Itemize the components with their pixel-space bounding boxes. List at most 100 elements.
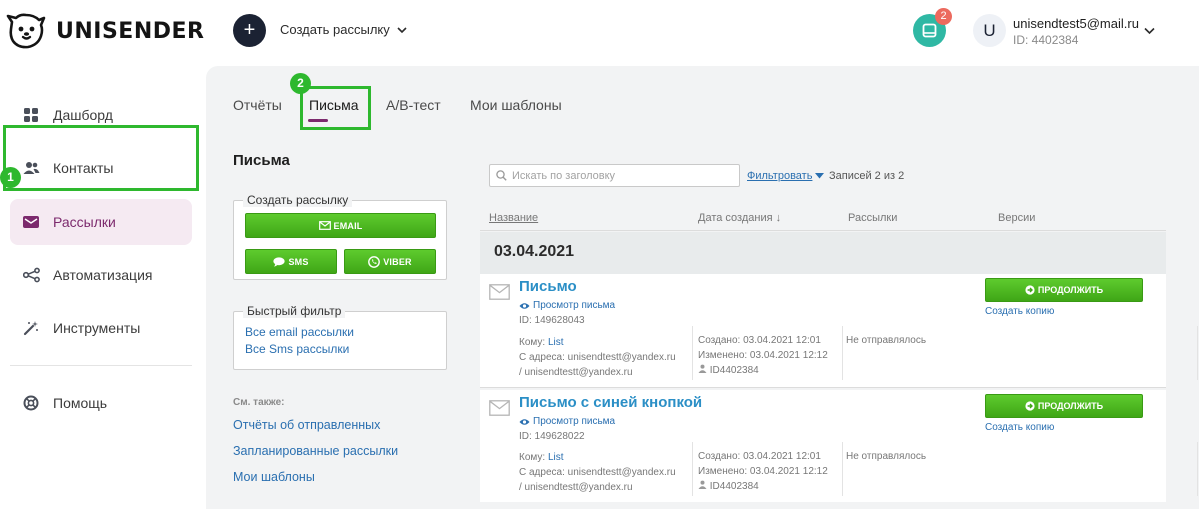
- filter-all-sms-link[interactable]: Все Sms рассылки: [245, 342, 349, 356]
- recipients-list-link[interactable]: List: [548, 452, 564, 463]
- tab-ab-test[interactable]: A/B-тест: [386, 97, 441, 113]
- dashboard-grid-icon: [22, 106, 40, 124]
- eye-icon: [519, 302, 530, 309]
- sender-address-line2: / unisendtestt@yandex.ru: [519, 367, 633, 378]
- create-sms-label: SMS: [288, 256, 309, 267]
- see-also-label: См. также:: [233, 397, 285, 408]
- my-templates-link[interactable]: Мои шаблоны: [233, 470, 315, 484]
- user-email[interactable]: unisendtest5@mail.ru: [1013, 16, 1139, 31]
- dates-info: Создано: 03.04.2021 12:01 Изменено: 03.0…: [698, 449, 828, 494]
- help-lifebuoy-icon: [22, 394, 40, 412]
- letter-title-link[interactable]: Письмо с синей кнопкой: [519, 394, 702, 411]
- book-icon: [922, 23, 937, 38]
- sidebar-item-tools[interactable]: Инструменты: [10, 305, 192, 351]
- quick-filter-group: Быстрый фильтр Все email рассылки Все Sm…: [233, 304, 447, 370]
- quick-filter-legend: Быстрый фильтр: [243, 304, 346, 318]
- chevron-down-icon[interactable]: [1143, 24, 1156, 37]
- sidebar-item-campaigns[interactable]: Рассылки: [10, 199, 192, 245]
- sender-address-line2: / unisendtestt@yandex.ru: [519, 482, 633, 493]
- column-divider: [692, 442, 693, 496]
- page-title: Письма: [233, 152, 290, 169]
- sidebar-item-label: Дашборд: [53, 107, 113, 123]
- table-row: Письмо Просмотр письма ID: 149628043 Ком…: [480, 274, 1198, 388]
- chevron-down-icon: [397, 26, 407, 33]
- column-header-campaigns: Рассылки: [848, 212, 898, 224]
- created-date: Создано: 03.04.2021 12:01: [698, 451, 821, 462]
- recipients-list-link[interactable]: List: [548, 337, 564, 348]
- create-viber-button[interactable]: VIBER: [344, 249, 436, 274]
- modified-date: Изменено: 03.04.2021 12:12: [698, 350, 828, 361]
- step-1-highlight-box: [3, 125, 199, 191]
- continue-button[interactable]: ПРОДОЛЖИТЬ: [985, 394, 1143, 418]
- dates-info: Создано: 03.04.2021 12:01 Изменено: 03.0…: [698, 333, 828, 378]
- preview-letter-link[interactable]: Просмотр письма: [519, 416, 615, 427]
- continue-label: ПРОДОЛЖИТЬ: [1037, 401, 1104, 411]
- create-sms-button[interactable]: SMS: [245, 249, 337, 274]
- create-email-label: EMAIL: [333, 220, 363, 231]
- campaign-status: Не отправлялось: [846, 335, 927, 346]
- create-campaign-button[interactable]: +: [233, 14, 266, 47]
- automation-nodes-icon: [22, 266, 40, 284]
- create-copy-link[interactable]: Создать копию: [985, 422, 1054, 433]
- author-id: ID4402384: [709, 481, 759, 492]
- envelope-icon: [489, 400, 510, 416]
- recipients-label: Кому:: [519, 337, 546, 348]
- column-header-created[interactable]: Дата создания ↓: [698, 212, 781, 224]
- logo[interactable]: UNISENDER: [6, 12, 204, 50]
- sender-address-line1: С адреса: unisendtestt@yandex.ru: [519, 467, 676, 478]
- magic-wand-icon: [22, 319, 40, 337]
- column-header-name[interactable]: Название: [489, 212, 538, 224]
- create-campaign-group: Создать рассылку EMAIL SMS VIBER: [233, 193, 447, 280]
- column-divider: [842, 442, 843, 496]
- user-icon: [698, 480, 707, 489]
- create-campaign-label: Создать рассылку: [280, 22, 390, 37]
- search-box[interactable]: [489, 164, 740, 187]
- top-bar: UNISENDER + Создать рассылку 2 U unisend…: [0, 0, 1199, 66]
- create-campaign-dropdown[interactable]: Создать рассылку: [280, 22, 408, 37]
- eye-icon: [519, 418, 530, 425]
- letter-title-link[interactable]: Письмо: [519, 278, 577, 295]
- sidebar-item-help[interactable]: Помощь: [10, 380, 192, 426]
- author-id: ID4402384: [709, 365, 759, 376]
- preview-letter-label: Просмотр письма: [533, 300, 616, 311]
- scheduled-campaigns-link[interactable]: Запланированные рассылки: [233, 444, 398, 458]
- modified-date: Изменено: 03.04.2021 12:12: [698, 466, 828, 477]
- search-icon: [496, 170, 507, 181]
- continue-button[interactable]: ПРОДОЛЖИТЬ: [985, 278, 1143, 302]
- column-divider: [1197, 326, 1198, 380]
- user-icon: [698, 364, 707, 373]
- table-row: Письмо с синей кнопкой Просмотр письма I…: [480, 390, 1198, 502]
- filter-dropdown[interactable]: Фильтровать: [747, 170, 825, 182]
- date-group-row: 03.04.2021: [480, 232, 1166, 274]
- step-1-badge: 1: [0, 167, 21, 188]
- mail-icon: [22, 213, 40, 231]
- recipients-info: Кому: List С адреса: unisendtestt@yandex…: [519, 450, 676, 495]
- tab-reports[interactable]: Отчёты: [233, 97, 282, 113]
- recipients-label: Кому:: [519, 452, 546, 463]
- create-copy-link[interactable]: Создать копию: [985, 306, 1054, 317]
- sent-reports-link[interactable]: Отчёты об отправленных: [233, 418, 380, 432]
- arrow-right-circle-icon: [1025, 285, 1035, 295]
- preview-letter-link[interactable]: Просмотр письма: [519, 300, 615, 311]
- filter-all-email-link[interactable]: Все email рассылки: [245, 325, 354, 339]
- caret-down-icon: [815, 173, 825, 179]
- row-divider: [480, 387, 1166, 388]
- avatar[interactable]: U: [973, 14, 1006, 47]
- notifications-badge: 2: [935, 8, 952, 25]
- create-email-button[interactable]: EMAIL: [245, 213, 436, 238]
- user-id: ID: 4402384: [1013, 33, 1079, 47]
- letter-id: ID: 149628022: [519, 431, 585, 442]
- continue-label: ПРОДОЛЖИТЬ: [1037, 285, 1104, 295]
- letter-id: ID: 149628043: [519, 315, 585, 326]
- sidebar-item-automation[interactable]: Автоматизация: [10, 252, 192, 298]
- tab-my-templates[interactable]: Мои шаблоны: [470, 97, 562, 113]
- recipients-info: Кому: List С адреса: unisendtestt@yandex…: [519, 335, 676, 380]
- search-input[interactable]: [512, 169, 732, 182]
- step-2-highlight-box: [300, 86, 371, 130]
- records-count: Записей 2 из 2: [829, 170, 905, 182]
- header-divider: [480, 230, 1166, 231]
- sidebar-item-label: Помощь: [53, 395, 108, 411]
- create-campaign-legend: Создать рассылку: [243, 193, 353, 207]
- sidebar-item-label: Рассылки: [53, 214, 116, 230]
- column-header-versions: Версии: [998, 212, 1036, 224]
